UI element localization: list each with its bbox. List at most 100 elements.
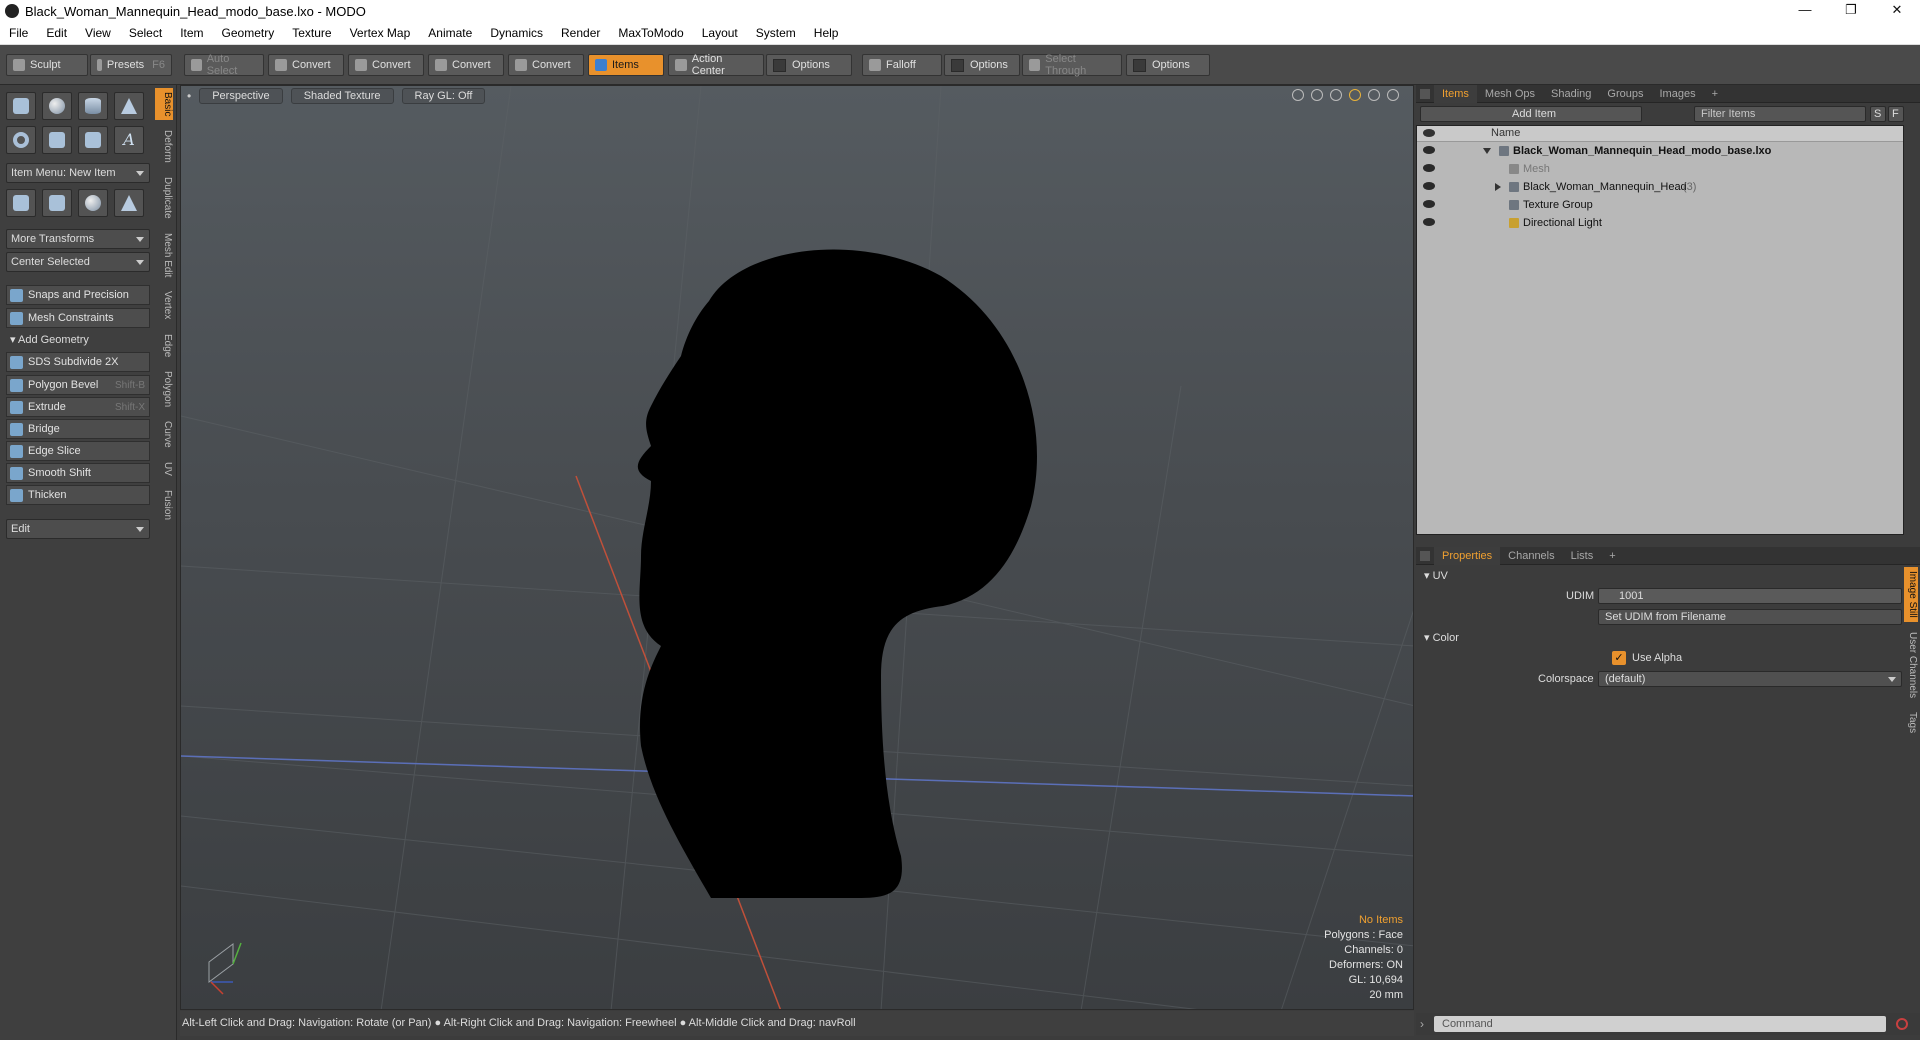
menu-texture[interactable]: Texture [283,26,340,40]
cube-tool[interactable] [6,92,36,120]
torus-tool[interactable] [6,126,36,154]
menu-layout[interactable]: Layout [693,26,747,40]
close-button[interactable]: ✕ [1874,0,1920,22]
view-type-button[interactable]: Perspective [199,88,283,104]
item-row-scene[interactable]: Black_Woman_Mannequin_Head_modo_base.lxo [1417,142,1903,160]
menu-vertex-map[interactable]: Vertex Map [341,26,420,40]
color-group-header[interactable]: ▾ Color [1424,631,1459,644]
scale-tool[interactable] [42,189,72,217]
tab-lists[interactable]: Lists [1563,547,1602,565]
menu-view[interactable]: View [76,26,120,40]
vtab-fusion[interactable]: Fusion [155,486,173,524]
filter-f-button[interactable]: F [1888,106,1904,122]
tool-sds-subdivide[interactable]: SDS Subdivide 2X [6,352,150,372]
add-tab-button[interactable]: + [1704,85,1726,103]
convert-materials-button[interactable]: Convert [508,54,584,76]
zoom-icon[interactable] [1330,89,1342,101]
panel-menu-icon[interactable] [1420,88,1430,99]
menu-system[interactable]: System [747,26,805,40]
set-udim-button[interactable]: Set UDIM from Filename [1598,609,1902,625]
presets-button[interactable]: Presets F6 [90,54,172,76]
expand-arrow-icon[interactable] [1495,183,1501,191]
eye-icon[interactable] [1423,218,1435,226]
shading-mode-button[interactable]: Shaded Texture [290,88,394,104]
vtab-polygon[interactable]: Polygon [155,367,173,411]
eye-icon[interactable] [1423,146,1435,154]
add-geometry-header[interactable]: ▾ Add Geometry [6,331,150,349]
options-checkbox[interactable] [1133,58,1146,72]
item-row-head-group[interactable]: Black_Woman_Mannequin_Head (3) [1417,178,1903,196]
add-item-dropdown[interactable]: Add Item [1420,106,1642,122]
filter-items-input[interactable]: Filter Items [1694,106,1866,122]
menu-item[interactable]: Item [171,26,212,40]
item-row-directional-light[interactable]: Directional Light [1417,214,1903,232]
menu-dynamics[interactable]: Dynamics [481,26,552,40]
3d-viewport[interactable]: • Perspective Shaded Texture Ray GL: Off… [180,85,1414,1010]
move-tool[interactable] [6,189,36,217]
sphere-tool[interactable] [42,92,72,120]
cone-tool[interactable] [114,92,144,120]
eye-icon[interactable] [1423,182,1435,190]
side-tab-image-still[interactable]: Image Still [1904,567,1918,622]
vtab-vertex[interactable]: Vertex [155,287,173,323]
item-row-mesh[interactable]: Mesh [1417,160,1903,178]
add-tab-button[interactable]: + [1601,547,1623,565]
tool-bridge[interactable]: Bridge [6,419,150,439]
vtab-curve[interactable]: Curve [155,417,173,452]
menu-render[interactable]: Render [552,26,609,40]
play-icon[interactable] [1387,89,1399,101]
eye-icon[interactable] [1423,164,1435,172]
auto-select-button[interactable]: Auto Select [184,53,264,77]
convert-edges-button[interactable]: Convert [348,54,424,76]
mannequin-head-mesh[interactable] [637,249,1037,898]
maximize-button[interactable]: ❐ [1828,0,1874,22]
command-input[interactable]: Command [1434,1016,1886,1032]
filter-s-button[interactable]: S [1870,106,1886,122]
tool-polygon-bevel[interactable]: Polygon Bevel Shift-B [6,375,150,395]
convert-polygons-button[interactable]: Convert [428,54,504,76]
tab-channels[interactable]: Channels [1500,547,1562,565]
center-selected-dropdown[interactable]: Center Selected [6,252,150,272]
tube-tool[interactable] [42,126,72,154]
pan-icon[interactable] [1292,89,1304,101]
tab-items[interactable]: Items [1434,84,1477,103]
menu-file[interactable]: File [0,26,37,40]
name-column-header[interactable]: Name [1491,127,1520,139]
pen-tool[interactable] [78,126,108,154]
rotate-icon[interactable] [1311,89,1323,101]
item-menu-dropdown[interactable]: Item Menu: New Item [6,163,150,183]
record-icon[interactable] [1896,1018,1908,1030]
gear-icon[interactable] [1368,89,1380,101]
snaps-precision-button[interactable]: Snaps and Precision [6,285,150,305]
action-center-options-button[interactable]: Options [766,54,852,76]
options-checkbox[interactable] [951,58,964,72]
tool-edge-slice[interactable]: Edge Slice [6,441,150,461]
panel-menu-icon[interactable] [1420,550,1430,561]
vtab-duplicate[interactable]: Duplicate [155,173,173,223]
options-checkbox[interactable] [773,58,786,72]
eye-icon[interactable] [1423,200,1435,208]
falloff-button[interactable]: Falloff [862,54,942,76]
vtab-edge[interactable]: Edge [155,330,173,361]
use-alpha-checkbox[interactable]: ✓ [1612,651,1626,665]
tool-extrude[interactable]: Extrude Shift-X [6,397,150,417]
menu-edit[interactable]: Edit [37,26,76,40]
vtab-basic[interactable]: Basic [155,88,173,121]
vtab-deform[interactable]: Deform [155,126,173,167]
mesh-constraints-button[interactable]: Mesh Constraints [6,308,150,328]
falloff-options-button[interactable]: Options [944,54,1020,76]
tab-properties[interactable]: Properties [1434,546,1501,565]
menu-animate[interactable]: Animate [419,26,481,40]
transform-tool[interactable] [114,189,144,217]
select-through-button[interactable]: Select Through [1022,53,1122,77]
sculpt-button[interactable]: Sculpt [6,54,88,76]
side-tab-user-channels[interactable]: User Channels [1904,628,1918,702]
tool-smooth-shift[interactable]: Smooth Shift [6,463,150,483]
menu-help[interactable]: Help [805,26,848,40]
expand-arrow-icon[interactable] [1483,148,1491,154]
udim-field[interactable]: 1001 [1598,588,1902,604]
convert-vertices-button[interactable]: Convert [268,54,344,76]
tab-groups[interactable]: Groups [1599,85,1651,103]
menu-select[interactable]: Select [120,26,171,40]
menu-maxtomodo[interactable]: MaxToModo [609,26,692,40]
